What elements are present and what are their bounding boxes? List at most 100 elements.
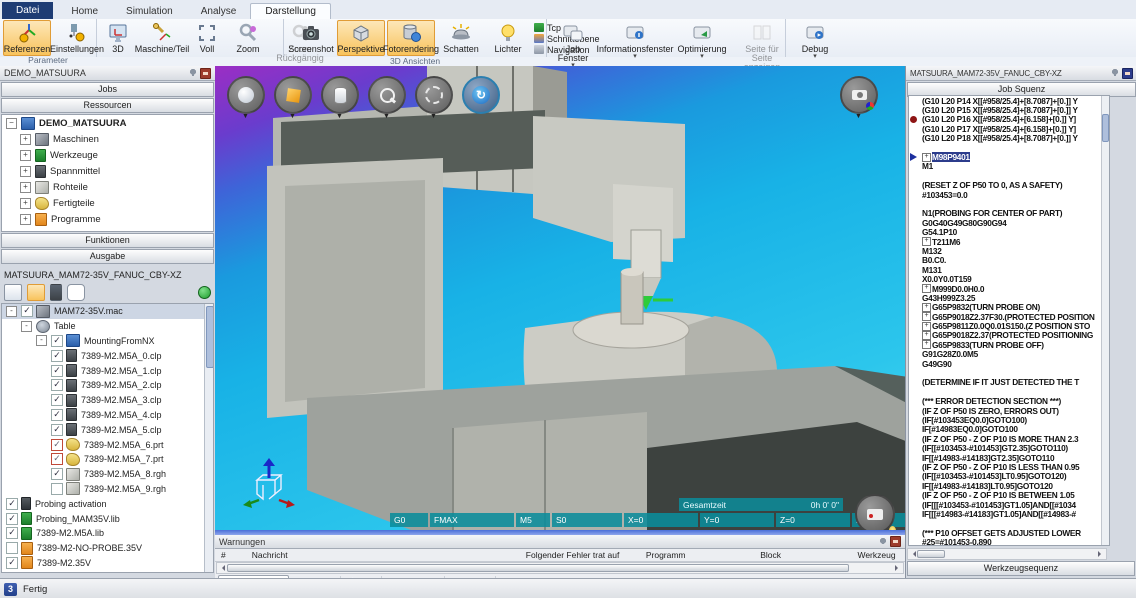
gcode-line[interactable]: X0.0Y0.0T159 — [909, 274, 1109, 283]
debug-button[interactable]: Debug▾ — [794, 20, 836, 62]
job-fenster-button[interactable]: Job Fenster▾ — [550, 20, 596, 71]
gcode-line[interactable]: (IF[[[#103453-#101453]GT1.05]AND[[#1034 — [909, 500, 1109, 509]
checkbox[interactable] — [51, 483, 63, 495]
gcode-line[interactable]: +G65P9018Z2.37(PROTECTED POSITIONING — [909, 331, 1109, 340]
gcode-line[interactable]: (G10 L20 P16 X[[#958/25.4]+[6.158]+[0.]]… — [909, 115, 1109, 124]
screenshot-button[interactable]: Screenshot — [287, 20, 335, 56]
warnings-column-header[interactable]: Werkzeug — [851, 550, 905, 560]
job-tree-row[interactable]: ✓7389-M2.M5A_1.clp — [2, 363, 213, 378]
gcode-line[interactable]: +G65P9018Z2.37F30.(PROTECTED POSITION — [909, 312, 1109, 321]
expand-icon[interactable]: + — [922, 153, 931, 162]
job-tree-row[interactable]: ✓7389-M2.M5A_3.clp — [2, 393, 213, 408]
gcode-line[interactable] — [909, 368, 1109, 377]
warnings-column-header[interactable]: # — [215, 550, 246, 560]
gcode-line[interactable]: M132 — [909, 246, 1109, 255]
gcode-line[interactable] — [909, 171, 1109, 180]
chevron-down-icon[interactable]: ▼ — [289, 113, 296, 120]
gcode-line[interactable]: B0.C0. — [909, 256, 1109, 265]
gcode-line[interactable] — [909, 143, 1109, 152]
funktionen-section-header[interactable]: Funktionen — [1, 233, 214, 248]
job-tree-row[interactable]: ✓7389-M2.M5A_4.clp — [2, 408, 213, 423]
checkbox[interactable]: ✓ — [6, 513, 18, 525]
chevron-down-icon[interactable]: ▼ — [430, 113, 437, 120]
checkbox[interactable]: ✓ — [51, 424, 63, 436]
jobs-section-header[interactable]: Jobs — [1, 82, 214, 97]
scroll-left-icon[interactable] — [910, 551, 916, 557]
checkbox[interactable]: ✓ — [51, 453, 63, 465]
solid-view-button[interactable]: ▼ — [274, 76, 312, 114]
tree-row-rohteile[interactable]: +Rohteile — [2, 179, 213, 195]
gcode-line[interactable]: (G10 L20 P15 X[[#958/25.4]+[8.7087]+[0.]… — [909, 105, 1109, 114]
view-orientation-button[interactable]: ▼ — [227, 76, 265, 114]
voll-button[interactable]: Voll — [188, 20, 226, 56]
gcode-line[interactable]: IF[[[#14983-#14183]GT1.05]AND[[#14983-# — [909, 509, 1109, 518]
expand-icon[interactable]: + — [922, 303, 931, 312]
tree-row-maschinen[interactable]: +Maschinen — [2, 131, 213, 147]
stock-view-button[interactable]: ▼ — [321, 76, 359, 114]
expand-icon[interactable]: + — [922, 237, 931, 246]
job-tree-row[interactable]: ✓7389-M2.M5A.lib — [2, 526, 213, 541]
scroll-left-icon[interactable] — [219, 565, 225, 571]
job-tree-row[interactable]: -✓MountingFromNX — [2, 334, 213, 349]
checkbox[interactable]: ✓ — [51, 365, 63, 377]
chevron-down-icon[interactable]: ▼ — [242, 113, 249, 120]
3d-viewport[interactable]: ▼ ▼ ▼ ▼ ▼ ↻ ▼ Gesamtzeit 0h 0' 0" G0FMAX… — [215, 66, 905, 530]
gcode-line[interactable]: +M999D0.0H0.0 — [909, 284, 1109, 293]
new-document-icon[interactable] — [4, 284, 22, 301]
expand-icon[interactable]: + — [922, 284, 931, 293]
collapse-icon[interactable]: - — [36, 335, 47, 346]
part-view-icon[interactable] — [27, 284, 45, 301]
gcode-line[interactable]: M1 — [909, 162, 1109, 171]
collapse-icon[interactable]: - — [6, 306, 17, 317]
gcode-line[interactable]: (IF[#103453EQ0.0]GOTO100) — [909, 415, 1109, 424]
tree-row-programme[interactable]: +Programme — [2, 211, 213, 227]
gcode-line[interactable] — [909, 199, 1109, 208]
gcode-hscrollbar[interactable] — [907, 548, 1107, 560]
expand-icon[interactable]: + — [20, 134, 31, 145]
lichter-button[interactable]: Lichter — [487, 20, 529, 56]
gcode-line[interactable]: (G10 L20 P17 X[[#958/25.4]+[6.158]+[0.]]… — [909, 124, 1109, 133]
checkbox[interactable]: ✓ — [21, 305, 33, 317]
checkbox[interactable]: ✓ — [6, 527, 18, 539]
gcode-line[interactable]: +T211M6 — [909, 237, 1109, 246]
job-tree-row[interactable]: ✓7389-M2.M5A_5.clp — [2, 422, 213, 437]
warnings-column-header[interactable]: Folgender Fehler trat auf — [520, 550, 640, 560]
job-tree-row[interactable]: ✓Probing_MAM35V.lib — [2, 511, 213, 526]
gcode-line[interactable]: +G65P9811Z0.0Q0.01S150.(Z POSITION STO — [909, 321, 1109, 330]
warnings-hscrollbar[interactable] — [216, 562, 904, 574]
job-tree-scrollbar[interactable] — [204, 304, 213, 572]
comment-icon[interactable] — [67, 284, 85, 301]
referenzen-button[interactable]: Referenzen — [3, 20, 51, 56]
chevron-down-icon[interactable]: ▼ — [383, 113, 390, 120]
pin-icon[interactable] — [879, 538, 887, 546]
gcode-line[interactable]: (RESET Z OF P50 TO 0, AS A SAFETY) — [909, 181, 1109, 190]
warnings-column-header[interactable]: Programm — [640, 550, 754, 560]
gcode-line[interactable]: (DETERMINE IF IT JUST DETECTED THE T — [909, 378, 1109, 387]
gcode-line[interactable]: (*** ERROR DETECTION SECTION ***) — [909, 397, 1109, 406]
gcode-line[interactable]: +M98P9401 — [909, 152, 1109, 161]
gcode-line[interactable]: IF[[#14983-#14183]LT0.95]GOTO120 — [909, 481, 1109, 490]
expand-icon[interactable]: + — [922, 331, 931, 340]
scroll-right-icon[interactable] — [1098, 551, 1104, 557]
checkbox[interactable]: ✓ — [6, 498, 18, 510]
close-icon[interactable] — [200, 68, 211, 79]
expand-icon[interactable]: + — [922, 340, 931, 349]
expand-icon[interactable]: + — [922, 322, 931, 331]
job-tree-row[interactable]: ✓7389-M2.M5A_7.prt — [2, 452, 213, 467]
job-tree-row[interactable]: ✓7389-M2.M5A_8.rgh — [2, 467, 213, 482]
checkbox[interactable]: ✓ — [51, 394, 63, 406]
checkbox[interactable]: ✓ — [51, 350, 63, 362]
camera-views-button[interactable]: ▼ — [840, 76, 878, 114]
checkbox[interactable]: ✓ — [51, 409, 63, 421]
gcode-vscrollbar[interactable] — [1101, 96, 1109, 545]
tab-home[interactable]: Home — [57, 4, 112, 19]
gcode-line[interactable]: +G65P9833(TURN PROBE OFF) — [909, 340, 1109, 349]
gcode-listing[interactable]: (G10 L20 P14 X[[#958/25.4]+[8.7087]+[0.]… — [908, 95, 1110, 546]
tree-row-werkzeuge[interactable]: +Werkzeuge — [2, 147, 213, 163]
gcode-line[interactable]: (IF Z OF P50 - Z OF P10 IS LESS THAN 0.9… — [909, 462, 1109, 471]
job-tree-row[interactable]: -Table — [2, 319, 213, 334]
pin-icon[interactable] — [1111, 69, 1119, 77]
gcode-line[interactable]: (IF Z OF P50 - Z OF P10 IS BETWEEN 1.05 — [909, 490, 1109, 499]
expand-icon[interactable]: + — [20, 150, 31, 161]
gcode-line[interactable]: (G10 L20 P14 X[[#958/25.4]+[8.7087]+[0.]… — [909, 96, 1109, 105]
